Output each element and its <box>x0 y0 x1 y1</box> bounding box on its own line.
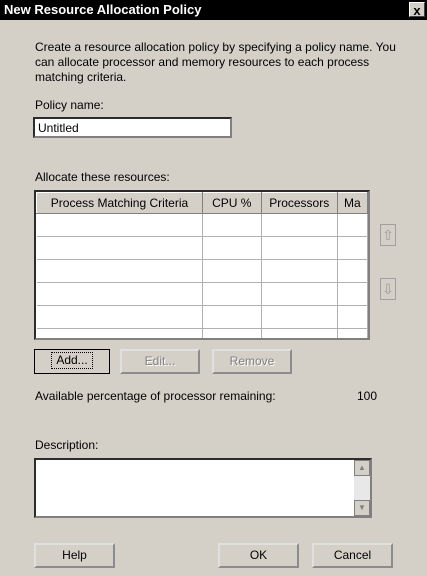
window-title: New Resource Allocation Policy <box>4 2 202 17</box>
scroll-down-icon: ▼ <box>358 503 366 512</box>
description-field[interactable]: ▲ ▼ <box>34 458 372 518</box>
ok-button[interactable]: OK <box>218 543 299 568</box>
column-header-processors[interactable]: Processors <box>260 192 338 214</box>
table-row <box>36 282 368 306</box>
allocate-resources-label: Allocate these resources: <box>35 170 170 184</box>
down-arrow-icon: ⇩ <box>382 281 394 297</box>
scroll-down-button[interactable]: ▼ <box>354 500 370 516</box>
table-row <box>36 213 368 237</box>
scroll-up-icon: ▲ <box>358 463 366 472</box>
close-button[interactable]: x <box>409 2 425 18</box>
move-down-button[interactable]: ⇩ <box>380 278 396 300</box>
intro-text: Create a resource allocation policy by s… <box>35 40 396 84</box>
title-bar: New Resource Allocation Policy x <box>0 0 427 20</box>
table-row <box>36 259 368 283</box>
policy-name-label: Policy name: <box>35 98 104 112</box>
resources-table: Process Matching Criteria CPU % Processo… <box>36 192 368 338</box>
table-row <box>36 328 368 338</box>
resources-grid[interactable]: Process Matching Criteria CPU % Processo… <box>34 190 370 340</box>
column-header-criteria[interactable]: Process Matching Criteria <box>36 192 203 214</box>
cancel-button[interactable]: Cancel <box>312 543 393 568</box>
table-row <box>36 305 368 329</box>
table-row <box>36 236 368 260</box>
add-button[interactable]: Add... <box>34 349 110 374</box>
edit-button[interactable]: Edit... <box>120 349 200 374</box>
help-button[interactable]: Help <box>34 543 115 568</box>
description-label: Description: <box>35 438 99 452</box>
policy-name-input[interactable] <box>33 117 232 138</box>
description-scrollbar[interactable]: ▲ ▼ <box>354 460 370 516</box>
scroll-up-button[interactable]: ▲ <box>354 460 370 476</box>
column-header-memory[interactable]: Ma <box>336 192 368 214</box>
up-arrow-icon: ⇧ <box>382 227 394 243</box>
move-up-button[interactable]: ⇧ <box>380 224 396 246</box>
available-percentage-value: 100 <box>357 389 378 403</box>
column-header-cpu[interactable]: CPU % <box>201 192 262 214</box>
add-button-label: Add... <box>51 352 93 369</box>
available-percentage-label: Available percentage of processor remain… <box>35 389 276 403</box>
remove-button[interactable]: Remove <box>212 349 292 374</box>
